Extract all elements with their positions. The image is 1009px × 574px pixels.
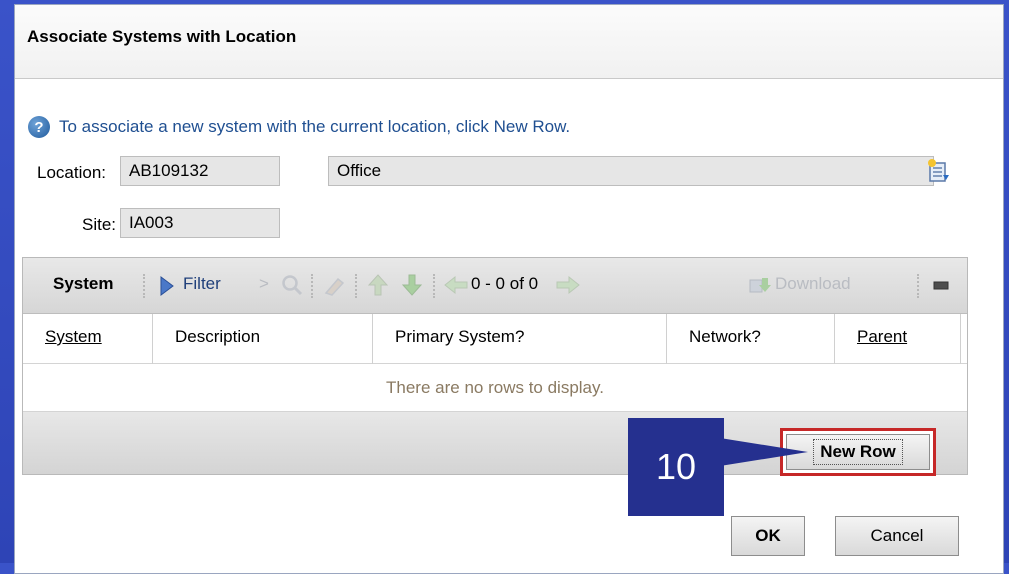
dialog-title: Associate Systems with Location [15, 5, 1003, 79]
location-label: Location: [37, 163, 106, 182]
download-button[interactable]: Download [775, 274, 851, 294]
cancel-button[interactable]: Cancel [835, 516, 959, 556]
table-header-row: System Description Primary System? Netwo… [23, 314, 967, 364]
toolbar-separator [143, 274, 145, 298]
detail-menu-icon[interactable] [926, 158, 952, 184]
toolbar-separator [917, 274, 919, 298]
step-callout: 10 [628, 418, 724, 516]
expand-filter-icon[interactable]: > [259, 274, 269, 294]
search-icon[interactable] [281, 274, 303, 296]
download-icon[interactable] [749, 276, 771, 294]
next-page-icon[interactable] [555, 275, 581, 295]
hint-row: ? To associate a new system with the cur… [28, 116, 570, 138]
pager-text: 0 - 0 of 0 [471, 274, 539, 293]
column-network: Network? [667, 314, 835, 364]
location-description-field[interactable]: Office [328, 156, 934, 186]
column-system[interactable]: System [23, 314, 153, 364]
arrow-down-icon[interactable] [401, 273, 423, 297]
location-field[interactable]: AB109132 [120, 156, 280, 186]
hint-text: To associate a new system with the curre… [59, 117, 571, 136]
callout-pointer [720, 438, 808, 466]
column-primary-system: Primary System? [373, 314, 667, 364]
site-label: Site: [82, 215, 117, 234]
column-parent[interactable]: Parent [835, 314, 961, 364]
empty-table-message: There are no rows to display. [23, 364, 967, 412]
toolbar-separator [311, 274, 313, 298]
step-number: 10 [655, 446, 697, 487]
site-field[interactable]: IA003 [120, 208, 280, 238]
toolbar-separator [355, 274, 357, 298]
arrow-up-icon[interactable] [367, 273, 389, 297]
table-toolbar: System Filter > 0 - 0 of 0 Download [23, 258, 967, 314]
filter-button[interactable]: Filter [183, 274, 221, 294]
new-row-label: New Row [813, 439, 903, 465]
column-description: Description [153, 314, 373, 364]
previous-page-icon[interactable] [443, 275, 469, 295]
minimize-table-icon[interactable] [933, 281, 949, 291]
table-name: System [53, 274, 114, 293]
toolbar-separator [433, 274, 435, 298]
clear-filter-icon[interactable] [323, 274, 347, 296]
filter-arrow-icon[interactable] [159, 276, 175, 296]
help-icon: ? [28, 116, 50, 138]
ok-button[interactable]: OK [731, 516, 805, 556]
